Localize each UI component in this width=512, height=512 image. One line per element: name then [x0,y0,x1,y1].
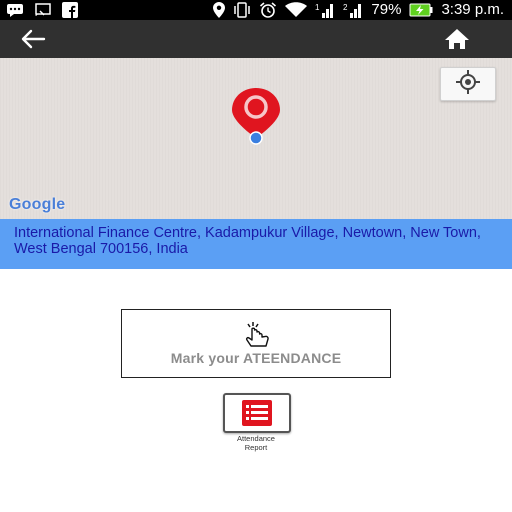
attendance-report-label-line2: Report [244,443,268,452]
mark-attendance-button[interactable]: Mark your ATEENDANCE [121,309,391,378]
my-location-button[interactable] [440,67,496,101]
sim1-signal-icon: 1 [315,2,335,18]
battery-percent: 79% [371,1,402,18]
attendance-report-label: Attendance Report [200,434,312,452]
my-location-icon [455,69,481,100]
cast-icon [34,2,52,18]
address-panel: International Finance Centre, Kadampukur… [0,219,512,269]
map-marker-icon[interactable] [222,86,290,146]
status-bar: 1 2 79% 3:39 p.m. [0,0,512,20]
alarm-icon [259,1,277,18]
message-icon [6,2,24,18]
app-toolbar [0,20,512,58]
attendance-report-icon [242,400,272,426]
vibrate-icon [233,1,251,18]
google-logo: Google [9,196,65,214]
back-arrow-icon[interactable] [18,26,48,52]
mark-attendance-label: Mark your ATEENDANCE [170,350,342,366]
tap-hand-icon [240,320,274,348]
google-logo-text: Google [9,196,66,213]
clock: 3:39 p.m. [441,1,504,18]
wifi-icon [285,1,308,18]
facebook-icon [62,2,78,18]
svg-text:1: 1 [315,3,320,12]
battery-charging-icon [409,2,433,18]
sim2-signal-icon: 2 [343,2,363,18]
home-icon[interactable] [442,26,472,52]
attendance-report-label-line1: Attendance [237,434,275,443]
attendance-report-button[interactable] [223,393,291,433]
location-icon [213,1,226,18]
svg-text:2: 2 [343,3,348,12]
address-text: International Finance Centre, Kadampukur… [14,225,481,257]
